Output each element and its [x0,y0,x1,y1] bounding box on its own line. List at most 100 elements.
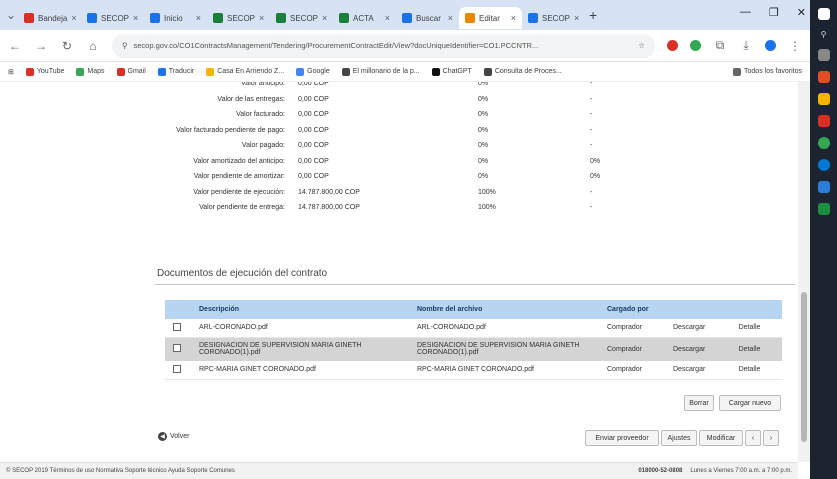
tab-close-icon[interactable]: × [448,13,453,23]
tab-close-icon[interactable]: × [196,13,201,23]
browser-tab[interactable]: SECOP × [207,7,270,29]
bookmark-item[interactable]: Google [296,67,330,76]
bookmark-item[interactable]: Todos los favoritos [733,67,802,76]
apps-grid-icon[interactable]: ⊞ [8,68,14,76]
value-extra: 0% [590,157,601,165]
back-arrow-icon[interactable]: ← [8,39,22,53]
header-actions-2 [730,300,782,319]
value-amount: 0,00 COP [298,142,329,149]
tab-favicon-icon [213,13,223,23]
edge-icon[interactable] [817,159,830,171]
value-percent: 0% [478,111,489,118]
table-row[interactable]: DESIGNACION DE SUPERVISION MARIA GINETH … [165,337,782,361]
detail-link[interactable]: Detalle [730,361,782,380]
home-icon[interactable]: ⌂ [86,39,100,53]
excel-icon[interactable] [817,203,830,215]
url-field[interactable]: ⚲ secop.gov.co/CO1ContractsManagement/Te… [112,33,655,58]
bookmark-item[interactable]: Consulta de Proces... [483,67,562,76]
bookmark-favicon-icon [733,67,742,76]
reload-icon[interactable]: ↻ [60,39,74,53]
tab-close-icon[interactable]: × [574,13,579,23]
windows-start-icon[interactable] [817,8,830,20]
tab-close-icon[interactable]: × [133,13,138,23]
app-icon-blue[interactable] [817,181,830,193]
tab-close-icon[interactable]: × [71,13,76,23]
row-checkbox[interactable] [173,344,181,353]
modify-button[interactable]: Modificar [699,430,743,446]
load-new-button[interactable]: Cargar nuevo [719,395,781,411]
minimize-icon[interactable]: — [740,6,751,19]
bookmark-item[interactable]: Maps [76,67,105,76]
table-row[interactable]: ARL-CORONADO.pdf ARL-CORONADO.pdf Compra… [165,319,782,338]
back-button[interactable]: ◀ Volver [158,432,189,441]
download-icon[interactable]: ⤓ [739,38,753,53]
bookmarks-bar: ⊞ YouTube Maps Gmail Traducir Casa En Arrien… [0,62,810,82]
extensions-puzzle-icon[interactable]: ⧉ [713,38,727,53]
maximize-icon[interactable]: ❐ [769,6,779,19]
browser-tab[interactable]: Bandeja × [18,7,81,29]
download-link[interactable]: Descargar [665,337,731,361]
bookmark-item[interactable]: ChatGPT [431,67,472,76]
row-checkbox[interactable] [173,364,181,373]
browser-tab[interactable]: Editar × [459,7,522,29]
row-description: RPC-MARIA GINET CORONADO.pdf [191,361,409,380]
scroll-up-button[interactable]: ‹ [745,430,761,446]
close-window-icon[interactable]: ✕ [797,6,806,19]
chrome-icon[interactable] [817,137,830,149]
table-row[interactable]: RPC-MARIA GINET CORONADO.pdf RPC-MARIA G… [165,361,782,380]
extension-icon-red[interactable] [667,40,678,51]
browser-tab[interactable]: SECOP × [270,7,333,29]
tab-close-icon[interactable]: × [385,13,390,23]
task-view-icon[interactable] [817,49,830,61]
value-amount: 14.787.800,00 COP [298,188,360,196]
tab-close-icon[interactable]: × [322,13,327,23]
scroll-down-button[interactable]: › [763,430,779,446]
bookmark-star-icon[interactable]: ☆ [638,41,645,50]
row-checkbox[interactable] [173,322,181,331]
bookmark-item[interactable]: YouTube [25,67,64,76]
tab-search-icon[interactable]: ⌄ [4,8,18,22]
value-label: Valor facturado: [236,111,285,118]
browser-tab[interactable]: SECOP × [522,7,585,29]
bookmark-item[interactable]: Traducir [157,67,194,76]
browser-tab[interactable]: SECOP × [81,7,144,29]
bookmark-item[interactable]: El millonario de la p... [341,67,420,76]
tab-close-icon[interactable]: × [259,13,264,23]
browser-tab[interactable]: ACTA × [333,7,396,29]
bookmark-favicon-icon [483,67,492,76]
site-info-icon[interactable]: ⚲ [122,41,128,50]
footer-links[interactable]: © SECOP 2019 Términos de uso Normativa S… [6,468,235,474]
adjust-button[interactable]: Ajustes [661,430,697,446]
value-amount: 0,00 COP [298,126,329,134]
forward-arrow-icon[interactable]: → [34,39,48,53]
extension-icon-green[interactable] [690,40,701,51]
value-percent: 0% [478,95,489,103]
browser-menu-icon[interactable]: ⋮ [788,39,802,53]
detail-link[interactable]: Detalle [730,337,782,361]
browser-tab[interactable]: Inicio × [144,7,207,29]
value-extra: - [590,204,593,211]
new-tab-button[interactable]: + [589,7,597,23]
bookmark-item[interactable]: Gmail [116,67,146,76]
opera-icon[interactable] [817,71,830,83]
download-link[interactable]: Descargar [665,361,731,380]
tab-favicon-icon [339,13,349,23]
delete-button[interactable]: Borrar [684,395,714,411]
office-icon[interactable] [817,115,830,127]
address-bar-row: ← → ↻ ⌂ ⚲ secop.gov.co/CO1ContractsManag… [0,30,810,62]
download-link[interactable]: Descargar [665,319,731,338]
tab-close-icon[interactable]: × [511,13,516,23]
search-icon[interactable]: ⚲ [821,30,827,39]
profile-avatar[interactable] [765,40,776,51]
bookmark-item[interactable]: Casa En Arriendo Z... [206,67,285,76]
row-file-name: RPC-MARIA GINET CORONADO.pdf [409,361,599,380]
send-provider-button[interactable]: Enviar proveedor [585,430,659,446]
bookmark-favicon-icon [116,67,125,76]
detail-link[interactable]: Detalle [730,319,782,338]
file-explorer-icon[interactable] [817,93,830,105]
row-description: ARL-CORONADO.pdf [191,319,409,338]
browser-tab[interactable]: Buscar × [396,7,459,29]
scrollbar-thumb[interactable] [801,292,807,442]
page-scrollbar[interactable] [798,82,810,462]
bookmark-label: Casa En Arriendo Z... [217,68,285,75]
